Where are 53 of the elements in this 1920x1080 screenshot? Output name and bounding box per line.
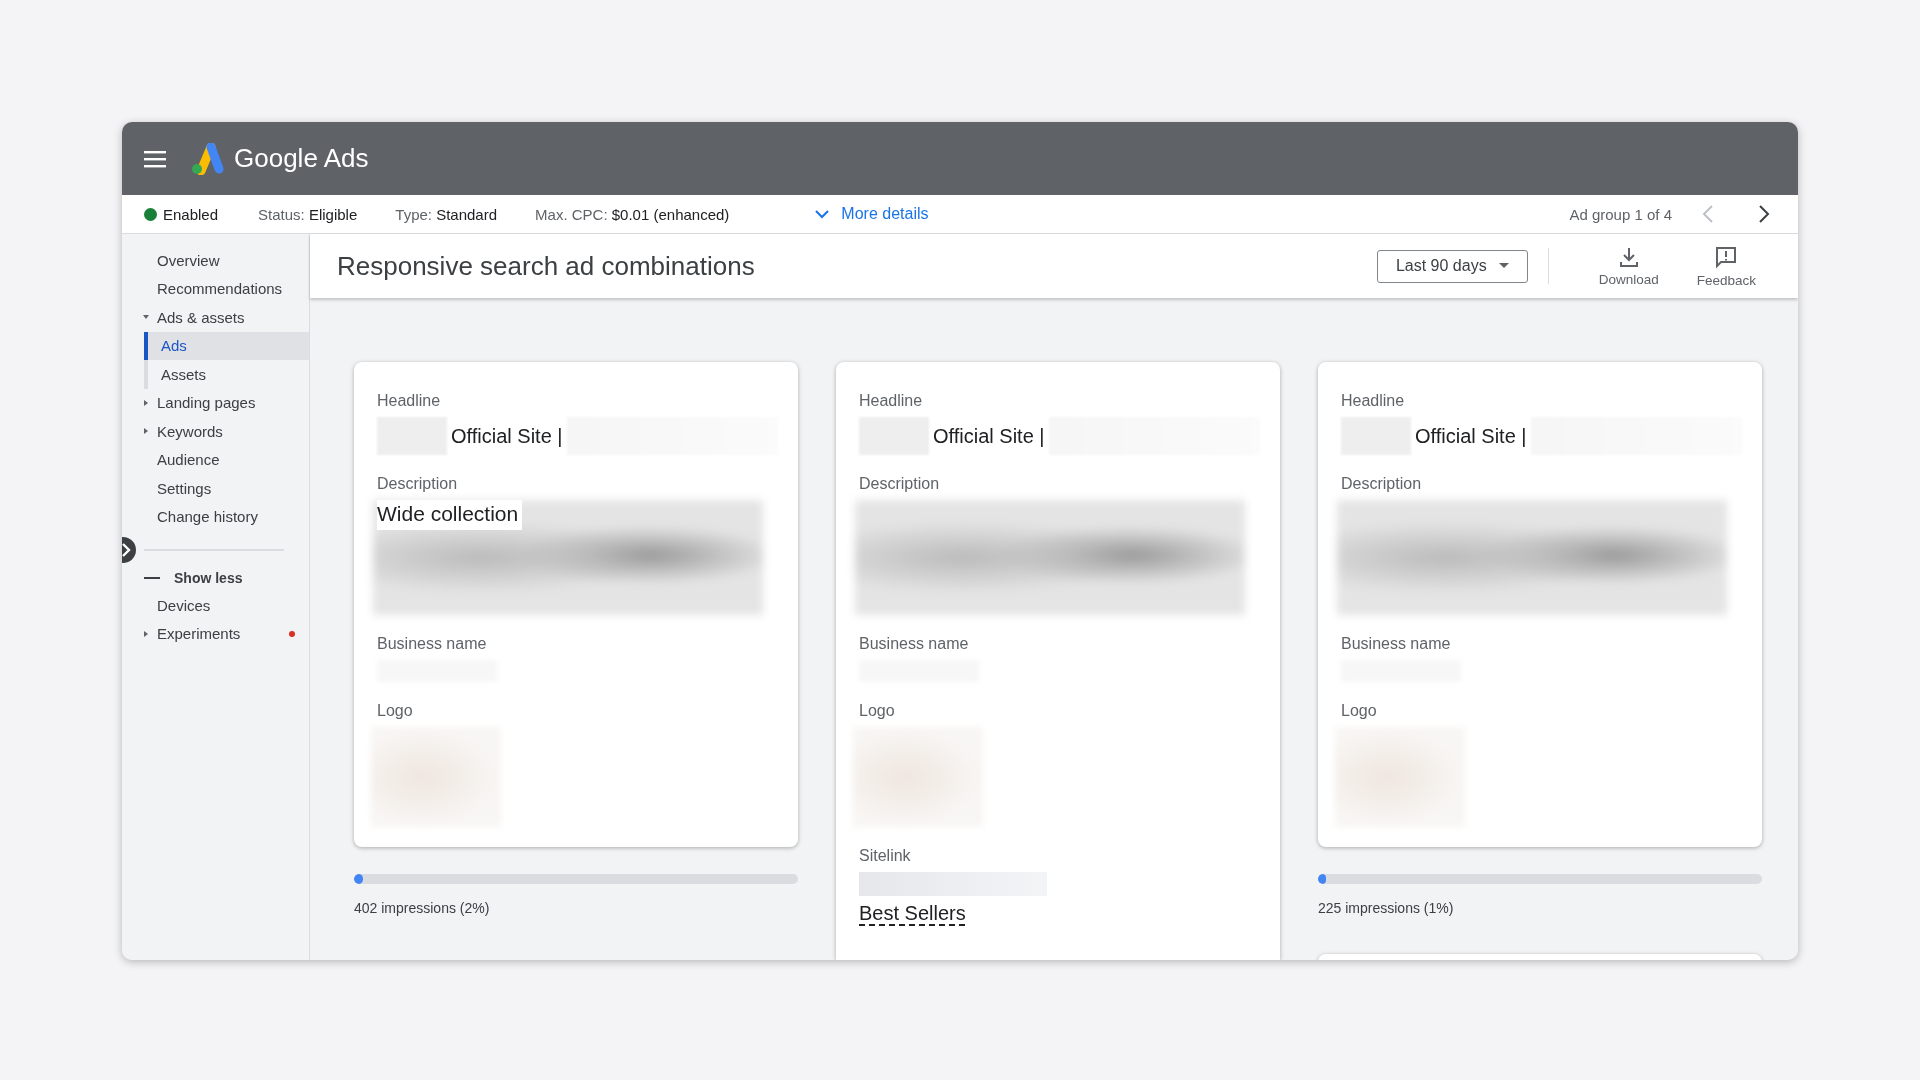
field-label: Logo [859,702,896,720]
expand-arrow-icon[interactable] [142,427,150,436]
download-button[interactable]: Download [1588,245,1669,287]
sidebar-item[interactable]: Settings [122,474,309,503]
download-icon [1617,245,1640,268]
field-label: Business name [377,635,488,653]
field-label: Description [377,475,459,493]
logo-icon [190,142,224,175]
ad-group-counter: Ad group 1 of 4 [1569,205,1672,223]
sidebar-item[interactable]: Ads [144,331,309,360]
impressions-text: 402 impressions (2%) [354,900,491,916]
description-text: Wide collection [377,500,523,530]
field-label: Description [859,475,941,493]
field-label: Business name [1341,635,1452,653]
more-details-link[interactable]: More details [815,205,929,223]
info-field: Type: Standard [395,205,498,223]
expand-handle[interactable] [122,537,136,563]
show-less-button[interactable]: Show less [122,565,249,591]
sidebar-item[interactable]: Change history [122,502,309,531]
field-label: Business name [859,635,970,653]
chevron-down-icon [815,209,830,219]
headline-text: Official Site | [932,424,1046,448]
sidebar-item[interactable]: Experiments [122,619,309,648]
headline-text: Official Site | [1414,424,1528,448]
impressions-text: 225 impressions (1%) [1318,900,1455,916]
sidebar-item[interactable]: Overview [122,246,309,275]
expand-arrow-icon[interactable] [142,398,150,407]
feedback-icon [1714,244,1739,269]
field-label: Logo [1341,702,1378,720]
sidebar-item[interactable]: Keywords [122,417,309,446]
field-label: Headline [377,392,442,410]
field-label: Description [1341,475,1423,493]
page-title: Responsive search ad combinations [337,250,756,282]
field-label: Sitelink [859,847,912,865]
date-range-dropdown[interactable]: Last 90 days [1376,249,1528,283]
sidebar-item[interactable]: Audience [122,445,309,474]
field-label: Logo [377,702,414,720]
field-label: Headline [1341,392,1406,410]
sidebar-item[interactable]: Devices [122,591,309,620]
status-label: Enabled [163,205,219,223]
sidebar-item[interactable]: Ads & assets [122,303,309,332]
field-label: Headline [859,392,924,410]
sidebar-item[interactable]: Landing pages [122,388,309,417]
sidebar-item[interactable]: Assets [144,360,309,389]
info-field: Max. CPC: $0.01 (enhanced) [535,205,730,223]
info-field: Status: Eligible [258,205,358,223]
feedback-button[interactable]: Feedback [1686,244,1766,288]
caret-icon [1498,263,1509,269]
sidebar-item[interactable]: Recommendations [122,274,309,303]
app-title: Google Ads [234,143,369,174]
sitelink[interactable]: Best Sellers [859,902,966,925]
expand-arrow-icon[interactable] [142,629,150,638]
headline-text: Official Site | [450,424,564,448]
